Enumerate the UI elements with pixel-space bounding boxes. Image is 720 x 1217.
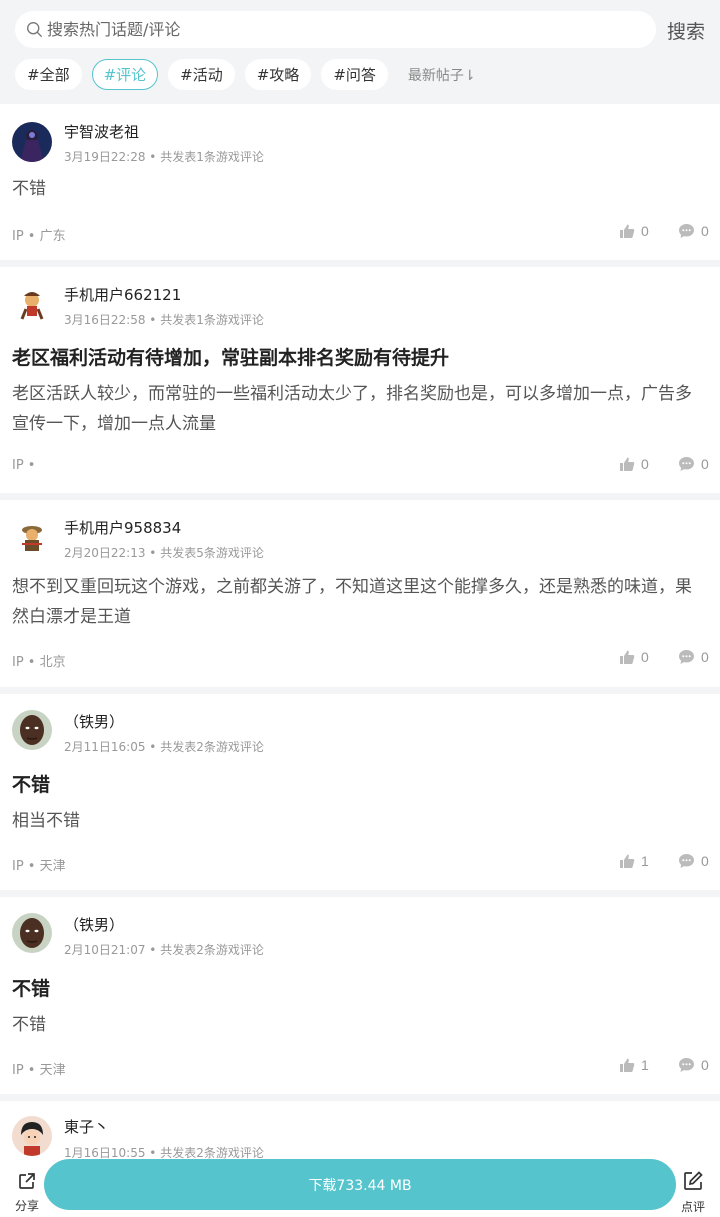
- search-icon: [27, 22, 42, 37]
- search-button[interactable]: 搜索: [667, 17, 705, 44]
- username[interactable]: 手机用户662121: [64, 284, 181, 305]
- tag-review[interactable]: #评论: [91, 59, 159, 90]
- like-button[interactable]: 0: [619, 456, 649, 472]
- comment-button[interactable]: 0: [678, 649, 709, 665]
- bottom-action-bar: 分享 下载733.44 MB 点评: [0, 1153, 720, 1217]
- post-body: 想不到又重回玩这个游戏，之前都关游了，不知道这里这个能撑多久，还是熟悉的味道，果…: [12, 577, 692, 627]
- like-button[interactable]: 1: [619, 1057, 649, 1073]
- comment-icon: [679, 650, 694, 664]
- comment-button[interactable]: 0: [678, 223, 709, 239]
- review-button[interactable]: 点评: [679, 1170, 707, 1215]
- comment-icon: [679, 854, 694, 868]
- username[interactable]: 東子丶: [64, 1116, 109, 1137]
- comment-icon: [679, 224, 694, 238]
- post-title: 不错: [12, 774, 51, 796]
- post-card[interactable]: 手机用户958834 2月20日22:13 • 共发表5条游戏评论 想不到又重回…: [0, 500, 720, 687]
- search-input[interactable]: [47, 11, 607, 48]
- comment-count: 0: [701, 649, 709, 665]
- comment-count: 0: [701, 853, 709, 869]
- post-card[interactable]: 手机用户662121 3月16日22:58 • 共发表1条游戏评论 老区福利活动…: [0, 267, 720, 493]
- post-card[interactable]: 宇智波老祖 3月19日22:28 • 共发表1条游戏评论 不错 IP • 广东 …: [0, 104, 720, 260]
- tag-activity[interactable]: #活动: [168, 59, 235, 90]
- avatar[interactable]: [12, 122, 52, 162]
- post-body: 不错: [12, 1015, 46, 1035]
- tag-filter-bar: #全部 #评论 #活动 #攻略 #问答 最新帖子⇂: [15, 58, 476, 91]
- top-bar: 搜索 #全部 #评论 #活动 #攻略 #问答 最新帖子⇂: [0, 0, 720, 103]
- avatar[interactable]: [12, 518, 52, 558]
- avatar[interactable]: [12, 285, 52, 325]
- review-label: 点评: [680, 1200, 705, 1214]
- post-meta: 2月11日16:05 • 共发表2条游戏评论: [64, 740, 264, 754]
- username[interactable]: 宇智波老祖: [64, 121, 139, 142]
- like-count: 0: [641, 649, 649, 665]
- like-button[interactable]: 0: [619, 649, 649, 665]
- ip-location: IP • 广东: [12, 229, 66, 244]
- thumbs-up-icon: [620, 854, 635, 868]
- comment-count: 0: [701, 456, 709, 472]
- avatar[interactable]: [12, 913, 52, 953]
- like-count: 0: [641, 223, 649, 239]
- share-icon: [19, 1173, 35, 1189]
- avatar[interactable]: [12, 710, 52, 750]
- like-count: 1: [641, 1057, 649, 1073]
- tag-qa[interactable]: #问答: [321, 59, 388, 90]
- post-body: 老区活跃人较少，而常驻的一些福利活动太少了，排名奖励也是，可以多增加一点，广告多…: [12, 384, 692, 434]
- username[interactable]: 手机用户958834: [64, 517, 181, 538]
- search-box[interactable]: [15, 11, 656, 48]
- thumbs-up-icon: [620, 224, 635, 238]
- tag-guide[interactable]: #攻略: [244, 59, 312, 90]
- comment-icon: [679, 1058, 694, 1072]
- share-button[interactable]: 分享: [13, 1171, 41, 1214]
- thumbs-up-icon: [620, 1058, 635, 1072]
- download-button[interactable]: 下载733.44 MB: [44, 1159, 676, 1210]
- post-title: 老区福利活动有待增加，常驻副本排名奖励有待提升: [12, 347, 450, 369]
- ip-location: IP • 北京: [12, 655, 66, 670]
- username[interactable]: （铁男）: [64, 711, 124, 732]
- thumbs-up-icon: [620, 650, 635, 664]
- like-button[interactable]: 1: [619, 853, 649, 869]
- ip-location: IP •: [12, 458, 36, 473]
- tag-all[interactable]: #全部: [15, 59, 82, 90]
- comment-count: 0: [701, 223, 709, 239]
- post-meta: 2月10日21:07 • 共发表2条游戏评论: [64, 943, 264, 957]
- share-label: 分享: [14, 1199, 39, 1213]
- post-card[interactable]: （铁男） 2月11日16:05 • 共发表2条游戏评论 不错 相当不错 IP •…: [0, 694, 720, 890]
- post-meta: 3月16日22:58 • 共发表1条游戏评论: [64, 313, 264, 327]
- ip-location: IP • 天津: [12, 859, 66, 874]
- like-button[interactable]: 0: [619, 223, 649, 239]
- like-count: 0: [641, 456, 649, 472]
- comment-button[interactable]: 0: [678, 456, 709, 472]
- post-title: 不错: [12, 978, 51, 1000]
- post-card[interactable]: （铁男） 2月10日21:07 • 共发表2条游戏评论 不错 不错 IP • 天…: [0, 897, 720, 1094]
- like-count: 1: [641, 853, 649, 869]
- sort-dropdown[interactable]: 最新帖子⇂: [408, 65, 476, 85]
- post-body: 不错: [12, 179, 46, 199]
- thumbs-up-icon: [620, 457, 635, 471]
- post-meta: 3月19日22:28 • 共发表1条游戏评论: [64, 150, 264, 164]
- post-meta: 2月20日22:13 • 共发表5条游戏评论: [64, 546, 264, 560]
- ip-location: IP • 天津: [12, 1063, 66, 1078]
- avatar[interactable]: [12, 1116, 52, 1156]
- edit-icon: [684, 1171, 703, 1190]
- post-body: 相当不错: [12, 811, 80, 831]
- comment-icon: [679, 457, 694, 471]
- comment-button[interactable]: 0: [678, 1057, 709, 1073]
- comment-count: 0: [701, 1057, 709, 1073]
- comment-button[interactable]: 0: [678, 853, 709, 869]
- username[interactable]: （铁男）: [64, 914, 124, 935]
